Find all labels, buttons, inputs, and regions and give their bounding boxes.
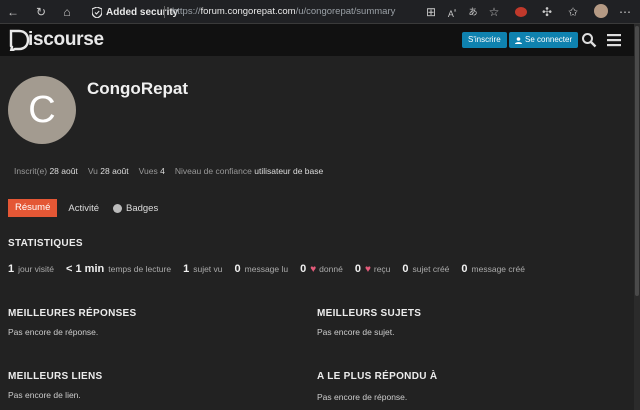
site-header: iscourse S'inscrire Se connecter bbox=[0, 24, 640, 56]
stats-list: 1 jour visité < 1 min temps de lecture 1 su… bbox=[8, 263, 537, 275]
puzzle-icon[interactable]: ✣ bbox=[540, 5, 554, 19]
logo-icon bbox=[9, 29, 30, 51]
heart-icon: ♥ bbox=[364, 264, 371, 275]
top-topics-title: MEILLEURS SUJETS bbox=[317, 308, 422, 319]
security-indicator[interactable]: Added security bbox=[92, 4, 178, 20]
search-icon[interactable] bbox=[581, 32, 597, 48]
shield-icon bbox=[92, 6, 102, 18]
top-replies-empty: Pas encore de réponse. bbox=[8, 327, 99, 337]
stat-topics-viewed: 1 sujet vu bbox=[183, 263, 223, 275]
stat-posts-read: 0 message lu bbox=[234, 263, 289, 275]
stat-likes-given: 0 ♥ donné bbox=[300, 263, 343, 275]
avatar: C bbox=[8, 76, 76, 144]
hamburger-icon[interactable] bbox=[606, 32, 622, 48]
favorites-icon[interactable]: ✩ bbox=[566, 5, 580, 19]
discourse-logo[interactable]: iscourse bbox=[8, 28, 104, 52]
most-replied-title: A LE PLUS RÉPONDU À bbox=[317, 371, 438, 382]
favorite-add-icon[interactable]: ☆ bbox=[487, 5, 501, 19]
divider bbox=[164, 6, 165, 18]
profile-meta: Inscrit(e) 28 août Vu 28 août Vues 4 Niv… bbox=[14, 166, 323, 176]
url-scheme: https:// bbox=[172, 6, 201, 17]
top-links-title: MEILLEURS LIENS bbox=[8, 371, 103, 382]
signup-button[interactable]: S'inscrire bbox=[462, 32, 507, 48]
home-icon[interactable]: ⌂ bbox=[60, 5, 74, 19]
tab-badges[interactable]: Badges bbox=[113, 203, 158, 214]
profile-icon[interactable] bbox=[594, 4, 608, 18]
user-icon bbox=[515, 36, 522, 44]
scrollbar-thumb[interactable] bbox=[635, 26, 639, 296]
login-button[interactable]: Se connecter bbox=[509, 32, 579, 48]
url-domain: forum.congorepat.com bbox=[200, 6, 296, 17]
badge-icon bbox=[113, 203, 122, 213]
logo-text: iscourse bbox=[28, 29, 104, 50]
trust-level-info: Niveau de confiance utilisateur de base bbox=[174, 166, 324, 176]
security-label: Added security bbox=[106, 6, 179, 18]
profile-name: CongoRepat bbox=[87, 79, 189, 98]
stat-posts-created: 0 message créé bbox=[461, 263, 525, 275]
address-bar[interactable]: https://forum.congorepat.com/u/congorepa… bbox=[172, 6, 395, 17]
views-info: Vues 4 bbox=[138, 166, 165, 176]
login-label: Se connecter bbox=[525, 35, 573, 44]
stat-days-visited: 1 jour visité bbox=[8, 263, 55, 275]
top-replies-title: MEILLEURES RÉPONSES bbox=[8, 308, 137, 319]
read-aloud-icon[interactable]: Aᵃ bbox=[445, 5, 459, 19]
tab-badges-label: Badges bbox=[126, 202, 159, 214]
heart-icon: ♥ bbox=[310, 264, 317, 275]
more-icon[interactable]: ⋯ bbox=[618, 5, 632, 19]
translate-icon[interactable]: あ bbox=[466, 5, 480, 19]
stat-topics-created: 0 sujet créé bbox=[402, 263, 450, 275]
joined-info: Inscrit(e) 28 août bbox=[14, 166, 78, 176]
grid-icon[interactable]: ⊞ bbox=[424, 5, 438, 19]
tab-summary[interactable]: Résumé bbox=[8, 199, 58, 217]
stat-read-time: < 1 min temps de lecture bbox=[66, 263, 172, 275]
tab-activity-label: Activité bbox=[68, 202, 99, 214]
profile-tabs: Résumé Activité Badges bbox=[8, 199, 158, 217]
browser-toolbar: ← ↻ ⌂ Added security https://forum.congo… bbox=[0, 0, 640, 24]
back-icon[interactable]: ← bbox=[6, 5, 20, 19]
stats-title: STATISTIQUES bbox=[8, 238, 83, 249]
last-seen-info: Vu 28 août bbox=[87, 166, 129, 176]
refresh-icon[interactable]: ↻ bbox=[34, 5, 48, 19]
stat-likes-received: 0 ♥ reçu bbox=[354, 263, 391, 275]
url-path: /u/congorepat/summary bbox=[295, 6, 396, 17]
most-replied-empty: Pas encore de réponse. bbox=[317, 392, 408, 402]
top-links-empty: Pas encore de lien. bbox=[8, 390, 81, 400]
top-topics-empty: Pas encore de sujet. bbox=[317, 327, 395, 337]
extension-icon[interactable] bbox=[515, 7, 527, 17]
tab-activity[interactable]: Activité bbox=[68, 203, 99, 214]
